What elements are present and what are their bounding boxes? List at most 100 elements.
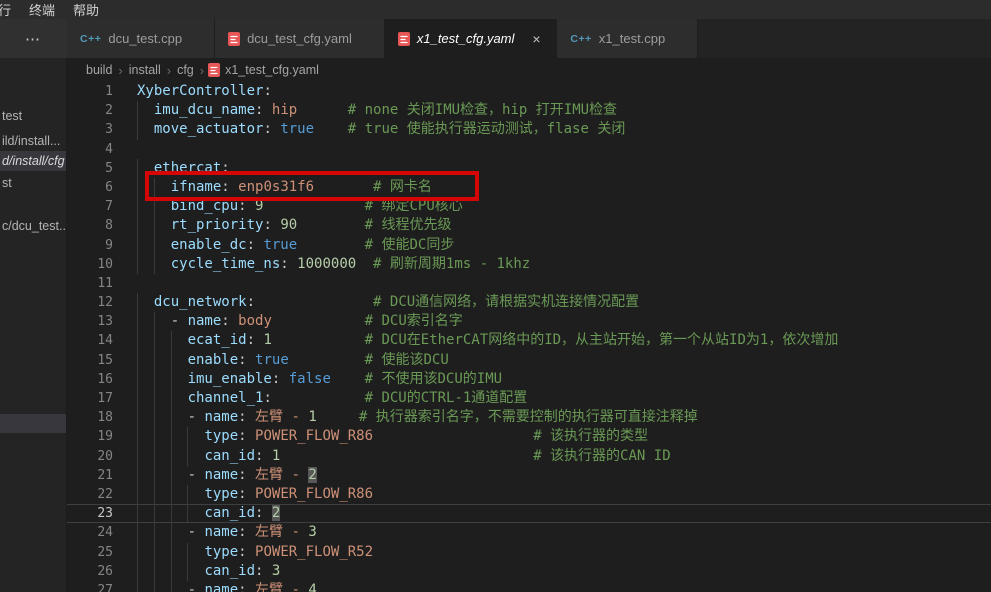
line-text[interactable]: imu_enable: false # 不使用该DCU的IMU (137, 370, 991, 389)
code-line[interactable]: 1XyberController: (67, 82, 991, 101)
line-text[interactable]: - name: 左臂 - 2 (137, 466, 991, 485)
line-text[interactable]: - name: 左臂 - 3 (137, 523, 991, 542)
tab-x1_test-cpp[interactable]: C++x1_test.cpp (557, 19, 698, 58)
token: # 执行器索引名字，不需要控制的执行器可直接注释掉 (359, 409, 698, 425)
token (137, 582, 188, 592)
token: - (188, 409, 205, 425)
code-line[interactable]: 5 ethercat: (67, 159, 991, 178)
line-text[interactable]: ecat_id: 1 # DCU在EtherCAT网络中的ID，从主站开始，第一… (137, 331, 991, 350)
sidebar-selection-bar[interactable] (0, 414, 66, 433)
code-line[interactable]: 13 - name: body # DCU索引名字 (67, 312, 991, 331)
line-text[interactable] (137, 274, 991, 293)
line-text[interactable]: cycle_time_ns: 1000000 # 刷新周期1ms - 1khz (137, 255, 991, 274)
line-number: 5 (67, 159, 113, 178)
token: : (238, 352, 246, 368)
line-text[interactable]: move_actuator: true # true 使能执行器运动测试，fla… (137, 120, 991, 139)
indent-guide-icon (137, 562, 138, 581)
code-line[interactable]: 14 ecat_id: 1 # DCU在EtherCAT网络中的ID，从主站开始… (67, 331, 991, 350)
sidebar-item[interactable]: ild/install... (0, 131, 66, 151)
code-line[interactable]: 3 move_actuator: true # true 使能执行器运动测试，f… (67, 120, 991, 139)
indent-guide-icon (154, 216, 155, 235)
breadcrumb-segment[interactable]: build (84, 63, 114, 77)
code-line[interactable]: 6 ifname: enp0s31f6 # 网卡名 (67, 178, 991, 197)
sidebar-item[interactable]: test (0, 106, 66, 126)
code-line[interactable]: 2 imu_dcu_name: hip # none 关闭IMU检查，hip 打… (67, 101, 991, 120)
indent-guide-icon (154, 389, 155, 408)
code-line[interactable]: 23 can_id: 2 (67, 504, 991, 523)
code-line[interactable]: 15 enable: true # 使能该DCU (67, 351, 991, 370)
token: can_id (204, 563, 255, 579)
code-line[interactable]: 18 - name: 左臂 - 1 # 执行器索引名字，不需要控制的执行器可直接… (67, 408, 991, 427)
line-text[interactable]: type: POWER_FLOW_R86 (137, 485, 991, 504)
token (247, 409, 255, 425)
line-text[interactable]: - name: body # DCU索引名字 (137, 312, 991, 331)
code-line[interactable]: 24 - name: 左臂 - 3 (67, 523, 991, 542)
code-editor[interactable]: 1XyberController:2 imu_dcu_name: hip # n… (67, 82, 991, 592)
more-actions-icon[interactable]: ⋯ (25, 30, 42, 48)
code-line[interactable]: 21 - name: 左臂 - 2 (67, 466, 991, 485)
sidebar-item[interactable]: c/dcu_test... (0, 216, 66, 236)
token: : (238, 544, 246, 560)
line-text[interactable]: type: POWER_FLOW_R52 (137, 543, 991, 562)
code-line[interactable]: 19 type: POWER_FLOW_R86 # 该执行器的类型 (67, 427, 991, 446)
code-line[interactable]: 22 type: POWER_FLOW_R86 (67, 485, 991, 504)
code-line[interactable]: 9 enable_dc: true # 使能DC同步 (67, 236, 991, 255)
line-text[interactable]: imu_dcu_name: hip # none 关闭IMU检查，hip 打开I… (137, 101, 991, 120)
line-text[interactable]: ethercat: (137, 159, 991, 178)
line-text[interactable]: can_id: 3 (137, 562, 991, 581)
token: type (204, 544, 238, 560)
token: # DCU的CTRL-1通道配置 (365, 390, 528, 406)
code-line[interactable]: 25 type: POWER_FLOW_R52 (67, 543, 991, 562)
menu-item-0[interactable]: 行 (0, 0, 20, 19)
line-text[interactable]: XyberController: (137, 82, 991, 101)
indent-guide-icon (137, 197, 138, 216)
code-line[interactable]: 27 - name: 左臂 - 4 (67, 581, 991, 592)
line-text[interactable]: type: POWER_FLOW_R86 # 该执行器的类型 (137, 427, 991, 446)
breadcrumb-segment[interactable]: cfg (175, 63, 196, 77)
token: : (238, 467, 246, 483)
code-line[interactable]: 4 (67, 140, 991, 159)
token: - (171, 313, 188, 329)
line-text[interactable]: - name: 左臂 - 4 (137, 581, 991, 592)
menu-item-1[interactable]: 终端 (20, 0, 64, 19)
token: : (238, 409, 246, 425)
breadcrumb-file[interactable]: x1_test_cfg.yaml (208, 63, 319, 77)
tab-x1_test_cfg-yaml[interactable]: x1_test_cfg.yaml× (385, 19, 558, 58)
line-text[interactable]: dcu_network: # DCU通信网络，请根据实机连接情况配置 (137, 293, 991, 312)
code-line[interactable]: 10 cycle_time_ns: 1000000 # 刷新周期1ms - 1k… (67, 255, 991, 274)
code-line[interactable]: 8 rt_priority: 90 # 线程优先级 (67, 216, 991, 235)
code-line[interactable]: 12 dcu_network: # DCU通信网络，请根据实机连接情况配置 (67, 293, 991, 312)
line-text[interactable]: ifname: enp0s31f6 # 网卡名 (137, 178, 991, 197)
line-text[interactable]: channel_1: # DCU的CTRL-1通道配置 (137, 389, 991, 408)
code-line[interactable]: 7 bind_cpu: 9 # 绑定CPU核心 (67, 197, 991, 216)
code-line[interactable]: 17 channel_1: # DCU的CTRL-1通道配置 (67, 389, 991, 408)
tab-dcu_test-cpp[interactable]: C++dcu_test.cpp (67, 19, 215, 58)
line-text[interactable]: can_id: 2 (137, 504, 991, 523)
tab-dcu_test_cfg-yaml[interactable]: dcu_test_cfg.yaml (215, 19, 385, 58)
indent-guide-icon (187, 485, 188, 504)
line-number: 9 (67, 236, 113, 255)
line-text[interactable]: enable: true # 使能该DCU (137, 351, 991, 370)
token: : (238, 524, 246, 540)
menu-item-2[interactable]: 帮助 (64, 0, 108, 19)
breadcrumb-segment[interactable]: install (127, 63, 163, 77)
indent-guide-icon (137, 523, 138, 542)
sidebar-item[interactable]: st (0, 173, 66, 193)
line-text[interactable]: enable_dc: true # 使能DC同步 (137, 236, 991, 255)
code-line[interactable]: 16 imu_enable: false # 不使用该DCU的IMU (67, 370, 991, 389)
line-text[interactable] (137, 140, 991, 159)
line-text[interactable]: can_id: 1 # 该执行器的CAN ID (137, 447, 991, 466)
indent-guide-icon (137, 389, 138, 408)
code-line[interactable]: 11 (67, 274, 991, 293)
line-text[interactable]: bind_cpu: 9 # 绑定CPU核心 (137, 197, 991, 216)
code-line[interactable]: 20 can_id: 1 # 该执行器的CAN ID (67, 447, 991, 466)
line-text[interactable]: - name: 左臂 - 1 # 执行器索引名字，不需要控制的执行器可直接注释掉 (137, 408, 991, 427)
sidebar-item[interactable]: d/install/cfg (0, 151, 66, 171)
close-icon[interactable]: × (529, 31, 543, 47)
token: type (204, 428, 238, 444)
line-text[interactable]: rt_priority: 90 # 线程优先级 (137, 216, 991, 235)
code-line[interactable]: 26 can_id: 3 (67, 562, 991, 581)
token: name (188, 313, 222, 329)
indent-guide-icon (187, 562, 188, 581)
token (230, 179, 238, 195)
